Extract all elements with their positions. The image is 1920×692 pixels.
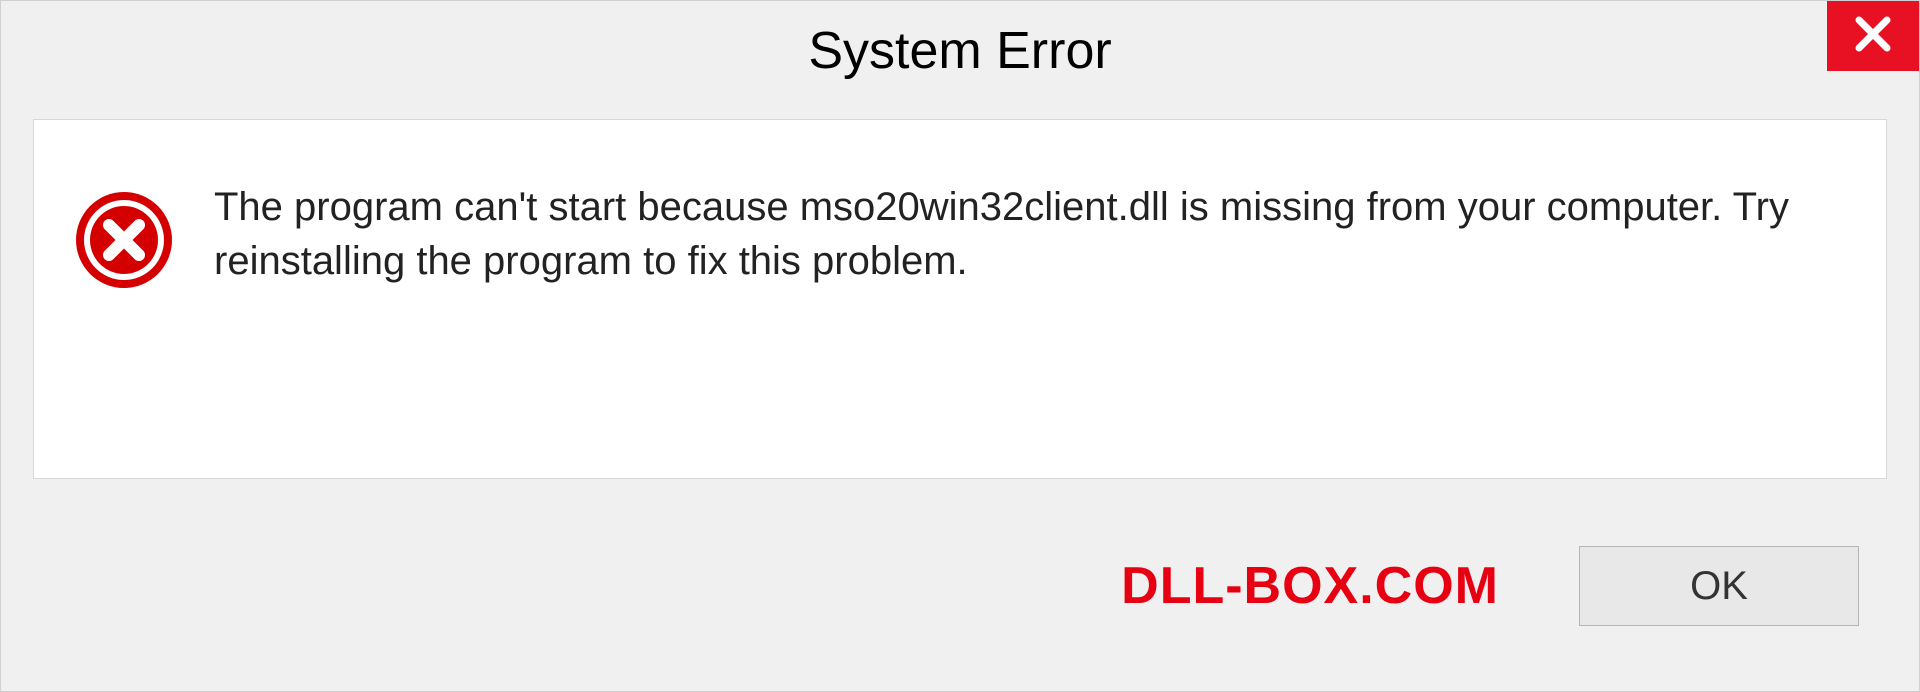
error-dialog: System Error The program can't start bec… — [0, 0, 1920, 692]
close-button[interactable] — [1827, 1, 1919, 71]
error-icon — [74, 190, 174, 290]
ok-button[interactable]: OK — [1579, 546, 1859, 626]
dialog-footer: DLL-BOX.COM OK — [1, 511, 1919, 691]
titlebar: System Error — [1, 1, 1919, 101]
watermark-text: DLL-BOX.COM — [1121, 556, 1499, 616]
dialog-title: System Error — [808, 21, 1111, 81]
content-panel: The program can't start because mso20win… — [33, 119, 1887, 479]
error-message: The program can't start because mso20win… — [214, 180, 1836, 288]
close-icon — [1853, 14, 1893, 59]
